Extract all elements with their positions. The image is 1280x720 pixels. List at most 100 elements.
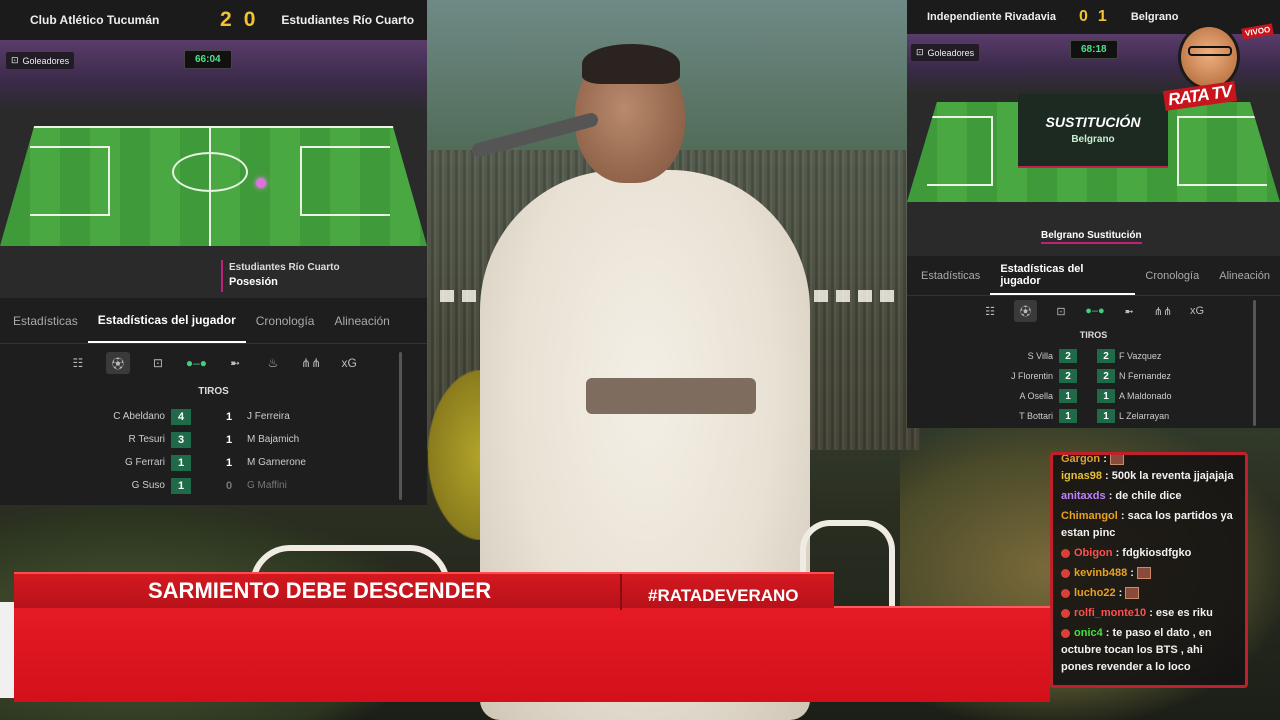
banner-body [14, 606, 1050, 702]
tab-lineup[interactable]: Alineación [1209, 256, 1280, 295]
emote-icon [1137, 567, 1151, 580]
goal-icon[interactable]: ⊡ [1051, 300, 1071, 322]
list-icon[interactable]: ☷ [68, 352, 88, 374]
shots-left: 1 [171, 477, 191, 494]
scrollbar[interactable] [1253, 300, 1256, 426]
shots-title: TIROS [198, 386, 229, 397]
home-team: Club Atlético Tucumán [30, 13, 160, 27]
rata-tv-logo: RATA TV VIVOO [1162, 20, 1275, 120]
player-right: G Maffini [247, 480, 287, 491]
tackle-icon[interactable]: ➼ [1119, 300, 1139, 322]
penalty-box-right [300, 146, 390, 216]
goal-icon[interactable]: ⊡ [148, 352, 168, 374]
goal-icon: ⊡ [11, 55, 19, 65]
lineup-icon[interactable]: ⋔⋔ [1153, 300, 1173, 322]
table-row: R Tesuri 3 1 M Bajamich [0, 428, 427, 451]
stat-icon-bar: ☷ ⚽︎ ⊡ ●–● ➼ ♨ ⋔⋔ xG [0, 346, 427, 380]
foul-icon[interactable]: ♨ [263, 352, 283, 374]
ball-marker [256, 178, 266, 188]
event-label: Sustitución [1087, 230, 1142, 241]
chat-username[interactable]: ignas98 [1061, 470, 1102, 482]
event-label: Posesión [229, 276, 278, 288]
shots-title: TIROS [1079, 330, 1108, 340]
chat-text: : de chile dice [1108, 490, 1182, 502]
chat-username[interactable]: Chimangol [1061, 510, 1118, 522]
chat-username[interactable]: Gargon [1061, 455, 1100, 465]
chat-message: Chimangol : saca los partidos ya estan p… [1061, 508, 1237, 542]
shots-left: 4 [171, 408, 191, 425]
singer-hair [582, 44, 680, 84]
chat-message: Gargon : [1061, 455, 1237, 468]
shots-left: 1 [1059, 389, 1077, 403]
chat-username[interactable]: kevinb488 [1074, 567, 1127, 579]
chat-username[interactable]: rolfi_monte10 [1074, 607, 1146, 619]
tab-player-stats[interactable]: Estadísticas del jugador [87, 298, 246, 343]
banner-hashtag: #RATADEVERANO [648, 586, 799, 605]
stream-stage: Club Atlético Tucumán 2 0 Estudiantes Rí… [0, 0, 1280, 720]
player-left: G Suso [131, 480, 165, 491]
tab-player-stats[interactable]: Estadísticas del jugador [990, 256, 1136, 295]
scoreboard: Club Atlético Tucumán 2 0 Estudiantes Rí… [0, 0, 427, 40]
pass-icon[interactable]: ●–● [186, 352, 207, 374]
table-row: S Villa 2 2 F Vazquez [907, 346, 1280, 366]
tab-timeline[interactable]: Cronología [1135, 256, 1209, 295]
live-badge: VIVOO [1241, 23, 1275, 40]
away-score: 1 [1097, 8, 1109, 25]
widget-tabs: Estadísticas Estadísticas del jugador Cr… [0, 298, 427, 344]
table-row: T Bottari 1 1 L Zelarrayan [907, 406, 1280, 426]
shots-table: C Abeldano 4 1 J Ferreira R Tesuri 3 1 M… [0, 405, 427, 497]
center-circle [172, 152, 248, 192]
mascot-glasses [1188, 46, 1232, 56]
chat-username[interactable]: lucho22 [1074, 587, 1116, 599]
event-divider [221, 260, 223, 292]
table-row: C Abeldano 4 1 J Ferreira [0, 405, 427, 428]
tab-timeline[interactable]: Cronología [246, 298, 325, 343]
user-badge-icon [1061, 588, 1070, 598]
scrollbar[interactable] [399, 352, 402, 500]
shot-icon[interactable]: ⚽︎ [105, 352, 130, 374]
pitch [0, 126, 427, 246]
player-left: G Ferrari [125, 457, 165, 468]
table-row: J Florentin 2 2 N Fernandez [907, 366, 1280, 386]
shot-icon[interactable]: ⚽︎ [1014, 300, 1037, 322]
stat-icon-bar: ☷ ⚽︎ ⊡ ●–● ➼ ⋔⋔ xG [907, 296, 1280, 326]
player-right: J Ferreira [247, 411, 290, 422]
mascot-face [1178, 24, 1240, 90]
chat-message: onic4 : te paso el dato , en octubre toc… [1061, 625, 1237, 676]
event-text: Belgrano Sustitución [1041, 230, 1142, 244]
logo-text: RATA TV [1162, 81, 1237, 111]
shots-right: 1 [225, 433, 233, 446]
chat-text: : 500k la reventa jjajajaja [1105, 470, 1234, 482]
goal-icon: ⊡ [916, 47, 924, 57]
shots-right: 0 [225, 479, 233, 492]
list-icon[interactable]: ☷ [980, 300, 1000, 322]
tab-statistics[interactable]: Estadísticas [911, 256, 990, 295]
scorers-button[interactable]: ⊡ Goleadores [911, 44, 980, 61]
banner-divider [620, 574, 622, 610]
penalty-box-left [927, 116, 993, 186]
tab-statistics[interactable]: Estadísticas [3, 298, 88, 343]
banner-edge [0, 602, 14, 698]
emote-icon [1109, 455, 1124, 466]
chat-message: kevinb488 : [1061, 565, 1237, 582]
xg-button[interactable]: xG [1187, 300, 1207, 322]
pitch-view: ⊡ Goleadores 66:04 [0, 40, 427, 246]
scorers-button[interactable]: ⊡ Goleadores [6, 52, 75, 69]
shots-right: 1 [225, 410, 233, 423]
emote-icon [1125, 587, 1140, 600]
pass-icon[interactable]: ●–● [1085, 300, 1105, 322]
tab-lineup[interactable]: Alineación [324, 298, 399, 343]
scorers-label: Goleadores [22, 55, 70, 66]
shots-right: 1 [225, 456, 233, 469]
shots-left: 1 [1059, 409, 1077, 423]
tackle-icon[interactable]: ➼ [225, 352, 245, 374]
chat-message: Obigon : fdgkiosdfgko [1061, 545, 1237, 562]
chat-username[interactable]: onic4 [1074, 627, 1103, 639]
score-widget-left: Club Atlético Tucumán 2 0 Estudiantes Rí… [0, 0, 427, 505]
lineup-icon[interactable]: ⋔⋔ [301, 352, 321, 374]
event-team: Estudiantes Río Cuarto [229, 262, 340, 273]
shots-right: 2 [1097, 349, 1115, 363]
xg-button[interactable]: xG [339, 352, 359, 374]
chat-username[interactable]: anitaxds [1061, 490, 1106, 502]
chat-username[interactable]: Obigon [1074, 547, 1113, 559]
